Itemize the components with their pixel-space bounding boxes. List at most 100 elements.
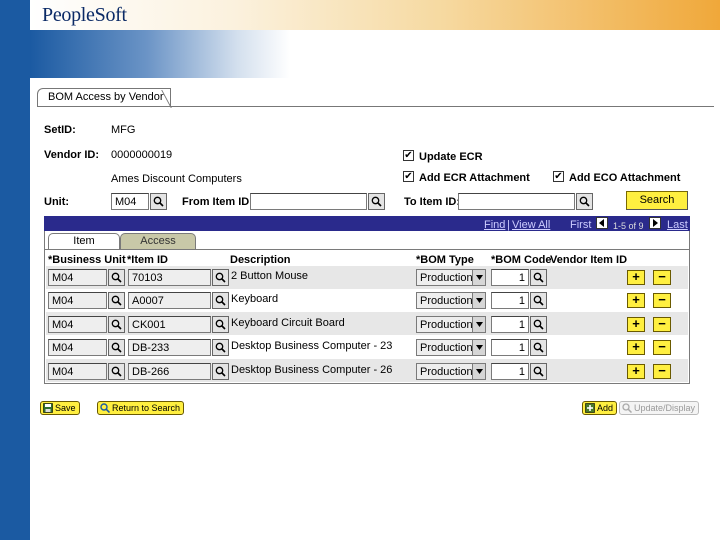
- chevron-down-icon: [472, 293, 485, 308]
- bom-type-select[interactable]: Production: [416, 316, 486, 333]
- update-display-button[interactable]: Update/Display: [619, 401, 700, 415]
- add-button[interactable]: Add: [582, 401, 618, 415]
- item-id-cell[interactable]: DB-233: [128, 339, 211, 356]
- business-unit-lookup-button[interactable]: [108, 316, 125, 333]
- description-cell: 2 Button Mouse: [231, 270, 309, 282]
- item-id-lookup-button[interactable]: [212, 316, 229, 333]
- row-range-indicator: 1-5 of 9: [613, 221, 644, 231]
- delete-row-button[interactable]: −: [653, 364, 671, 379]
- to-item-lookup-button[interactable]: [576, 193, 593, 210]
- grid-tab-divider: [44, 249, 690, 250]
- magnifier-icon: [111, 295, 122, 306]
- business-unit-cell[interactable]: M04: [48, 316, 107, 333]
- bom-code-lookup-button[interactable]: [530, 292, 547, 309]
- view-all-link[interactable]: View All: [512, 219, 550, 231]
- tab-label: BOM Access by Vendor: [48, 91, 164, 103]
- chevron-down-icon: [472, 340, 485, 355]
- magnifier-icon: [111, 319, 122, 330]
- bom-code-lookup-button[interactable]: [530, 316, 547, 333]
- bom-code-lookup-button[interactable]: [530, 339, 547, 356]
- from-item-id-input[interactable]: [250, 193, 367, 210]
- chevron-down-icon: [472, 364, 485, 379]
- add-row-button[interactable]: +: [627, 270, 645, 285]
- vendor-id-value: 0000000019: [111, 149, 173, 161]
- bom-code-cell[interactable]: 1: [491, 339, 529, 356]
- column-header-bom-type: *BOM Type: [416, 254, 474, 266]
- business-unit-cell[interactable]: M04: [48, 292, 107, 309]
- add-ecr-attachment-label: Add ECR Attachment: [419, 172, 530, 184]
- update-display-label: Update/Display: [634, 403, 696, 413]
- column-header-business-unit: *Business Unit: [48, 254, 126, 266]
- add-row-button[interactable]: +: [627, 293, 645, 308]
- magnifier-icon: [533, 272, 544, 283]
- item-id-cell[interactable]: CK001: [128, 316, 211, 333]
- item-id-lookup-button[interactable]: [212, 292, 229, 309]
- add-eco-attachment-checkbox[interactable]: ✔: [553, 171, 564, 182]
- unit-lookup-button[interactable]: [150, 193, 167, 210]
- add-row-button[interactable]: +: [627, 364, 645, 379]
- grid-tab-access[interactable]: Access: [120, 233, 196, 249]
- grid-tab-item[interactable]: Item: [48, 233, 120, 249]
- delete-row-button[interactable]: −: [653, 317, 671, 332]
- bom-code-lookup-button[interactable]: [530, 269, 547, 286]
- search-button[interactable]: Search: [626, 191, 688, 210]
- to-item-id-input[interactable]: [458, 193, 575, 210]
- magnifier-icon: [533, 295, 544, 306]
- magnifier-icon: [153, 196, 164, 207]
- add-ecr-attachment-checkbox[interactable]: ✔: [403, 171, 414, 182]
- bom-code-cell[interactable]: 1: [491, 316, 529, 333]
- business-unit-lookup-button[interactable]: [108, 363, 125, 380]
- bom-type-select[interactable]: Production: [416, 339, 486, 356]
- from-item-lookup-button[interactable]: [368, 193, 385, 210]
- magnifier-icon: [111, 366, 122, 377]
- unit-label: Unit:: [44, 196, 70, 208]
- find-link[interactable]: Find: [484, 219, 505, 231]
- from-item-id-label: From Item ID:: [182, 196, 253, 208]
- column-header-vendor-item-id: Vendor Item ID: [550, 254, 628, 266]
- business-unit-lookup-button[interactable]: [108, 292, 125, 309]
- business-unit-cell[interactable]: M04: [48, 363, 107, 380]
- bom-code-lookup-button[interactable]: [530, 363, 547, 380]
- business-unit-cell[interactable]: M04: [48, 339, 107, 356]
- delete-row-button[interactable]: −: [653, 270, 671, 285]
- save-button[interactable]: Save: [40, 401, 80, 415]
- add-row-button[interactable]: +: [627, 340, 645, 355]
- brand-top-band: [30, 0, 720, 30]
- business-unit-lookup-button[interactable]: [108, 269, 125, 286]
- chevron-down-icon: [472, 270, 485, 285]
- bom-type-select[interactable]: Production: [416, 363, 486, 380]
- item-id-lookup-button[interactable]: [212, 269, 229, 286]
- bom-type-select[interactable]: Production: [416, 292, 486, 309]
- bom-code-cell[interactable]: 1: [491, 292, 529, 309]
- unit-input[interactable]: M04: [111, 193, 149, 210]
- chevron-down-icon: [472, 317, 485, 332]
- previous-arrow-icon[interactable]: [596, 217, 608, 229]
- delete-row-button[interactable]: −: [653, 293, 671, 308]
- item-id-lookup-button[interactable]: [212, 339, 229, 356]
- column-header-item-id: *Item ID: [127, 254, 168, 266]
- item-id-cell[interactable]: DB-266: [128, 363, 211, 380]
- item-id-lookup-button[interactable]: [212, 363, 229, 380]
- last-link[interactable]: Last: [667, 219, 688, 231]
- update-ecr-label: Update ECR: [419, 151, 483, 163]
- grid-navigation-bar: [44, 216, 690, 231]
- magnifier-icon: [579, 196, 590, 207]
- item-id-cell[interactable]: 70103: [128, 269, 211, 286]
- next-arrow-icon[interactable]: [649, 217, 661, 229]
- return-to-search-button[interactable]: Return to Search: [97, 401, 185, 415]
- update-ecr-checkbox[interactable]: ✔: [403, 150, 414, 161]
- add-row-button[interactable]: +: [627, 317, 645, 332]
- bom-type-value: Production: [420, 295, 473, 307]
- bom-type-select[interactable]: Production: [416, 269, 486, 286]
- vendor-id-label: Vendor ID:: [44, 149, 100, 161]
- column-header-description: Description: [230, 254, 291, 266]
- magnifier-icon: [215, 342, 226, 353]
- bom-code-cell[interactable]: 1: [491, 269, 529, 286]
- business-unit-cell[interactable]: M04: [48, 269, 107, 286]
- tab-bom-access-by-vendor[interactable]: BOM Access by Vendor: [37, 88, 171, 106]
- business-unit-lookup-button[interactable]: [108, 339, 125, 356]
- item-id-cell[interactable]: A0007: [128, 292, 211, 309]
- magnifier-icon: [215, 272, 226, 283]
- delete-row-button[interactable]: −: [653, 340, 671, 355]
- bom-code-cell[interactable]: 1: [491, 363, 529, 380]
